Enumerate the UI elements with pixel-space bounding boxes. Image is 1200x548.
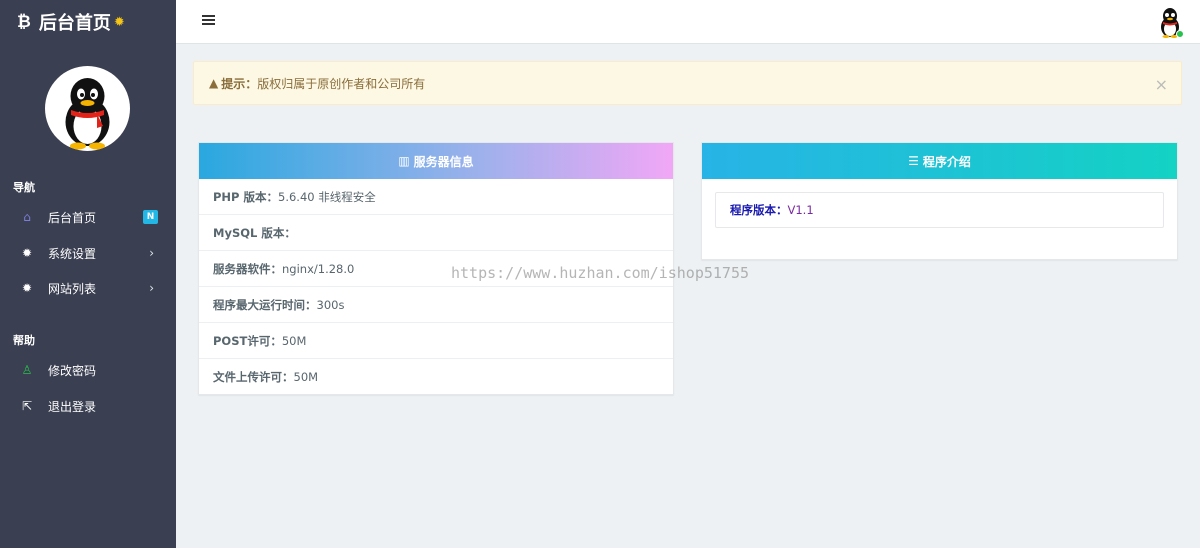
row-label: 程序最大运行时间：	[213, 297, 317, 312]
sidebar-item-home[interactable]: ⌂ 后台首页 N	[0, 200, 176, 234]
sidebar-item-logout[interactable]: ⇱ 退出登录	[0, 389, 176, 423]
row-value: 50M	[293, 370, 319, 384]
user-icon: ♙	[21, 363, 33, 377]
row-label: 文件上传许可：	[213, 370, 294, 384]
online-status-dot	[1176, 30, 1184, 38]
watermark-text: https://www.huzhan.com/ishop51755	[451, 264, 750, 282]
home-icon: ⌂	[23, 210, 31, 224]
avatar	[45, 66, 130, 151]
chevron-right-icon: ›	[149, 281, 154, 295]
row-label: PHP 版本：	[213, 189, 278, 204]
program-intro-panel: ☰ 程序介绍 程序版本： V1.1	[701, 142, 1178, 260]
close-icon[interactable]: ×	[1155, 75, 1168, 94]
gear-icon: ✹	[21, 246, 33, 260]
alert-text: 版权归属于原创作者和公司所有	[257, 76, 426, 91]
chevron-right-icon: ›	[149, 246, 154, 260]
sidebar-item-label: 退出登录	[48, 399, 97, 414]
list-item: 程序最大运行时间： 300s	[199, 287, 673, 323]
bitcoin-icon: ₿	[17, 12, 31, 32]
nav-header: 导航	[13, 181, 35, 194]
panel-title: 服务器信息	[413, 154, 474, 169]
gear-icon: ✹	[21, 281, 33, 295]
row-value: 300s	[316, 297, 345, 312]
row-label: 服务器软件：	[213, 261, 282, 276]
bar-chart-icon: ▥	[398, 154, 410, 168]
menu-toggle-icon[interactable]	[202, 15, 215, 27]
user-avatar[interactable]	[1156, 6, 1184, 38]
help-header: 帮助	[13, 334, 35, 347]
sidebar-item-change-password[interactable]: ♙ 修改密码	[0, 353, 176, 387]
list-item: 文件上传许可： 50M	[199, 359, 673, 395]
program-intro-heading: ☰ 程序介绍	[702, 143, 1177, 179]
brand[interactable]: ₿ 后台首页 ✹	[0, 0, 176, 44]
list-item: POST许可： 50M	[199, 323, 673, 359]
sidebar-item-label: 后台首页	[48, 210, 97, 225]
sidebar-item-label: 系统设置	[48, 246, 97, 261]
sidebar-item-label: 网站列表	[48, 281, 97, 296]
version-value: V1.1	[787, 203, 814, 217]
version-box: 程序版本： V1.1	[715, 192, 1164, 228]
gear-icon: ✹	[113, 14, 125, 30]
sidebar: ₿ 后台首页 ✹ 导航 ⌂ 后台首页 N ✹ 系统设置 › ✹ 网站列表 › 帮…	[0, 0, 176, 548]
version-label: 程序版本：	[730, 203, 788, 217]
row-value: 50M	[281, 333, 307, 348]
list-icon: ☰	[908, 154, 919, 168]
brand-title: 后台首页	[38, 13, 111, 34]
list-item: MySQL 版本：	[199, 215, 673, 251]
row-label: POST许可：	[213, 333, 282, 348]
top-bar	[176, 0, 1200, 44]
logout-icon: ⇱	[21, 399, 33, 413]
new-badge: N	[143, 210, 158, 224]
alert-prefix: 提示：	[221, 76, 258, 91]
row-value: nginx/1.28.0	[282, 261, 355, 276]
row-label: MySQL 版本：	[213, 225, 296, 240]
sidebar-item-site-list[interactable]: ✹ 网站列表 ›	[0, 271, 176, 305]
row-value: 5.6.40 非线程安全	[278, 189, 376, 204]
server-info-heading: ▥ 服务器信息	[199, 143, 673, 179]
panel-title: 程序介绍	[922, 154, 971, 169]
sidebar-item-system-settings[interactable]: ✹ 系统设置 ›	[0, 236, 176, 270]
notice-alert: ▲ 提示： 版权归属于原创作者和公司所有 ×	[193, 61, 1182, 105]
warning-icon: ▲	[209, 76, 219, 90]
list-item: PHP 版本： 5.6.40 非线程安全	[199, 179, 673, 215]
sidebar-item-label: 修改密码	[48, 363, 97, 378]
